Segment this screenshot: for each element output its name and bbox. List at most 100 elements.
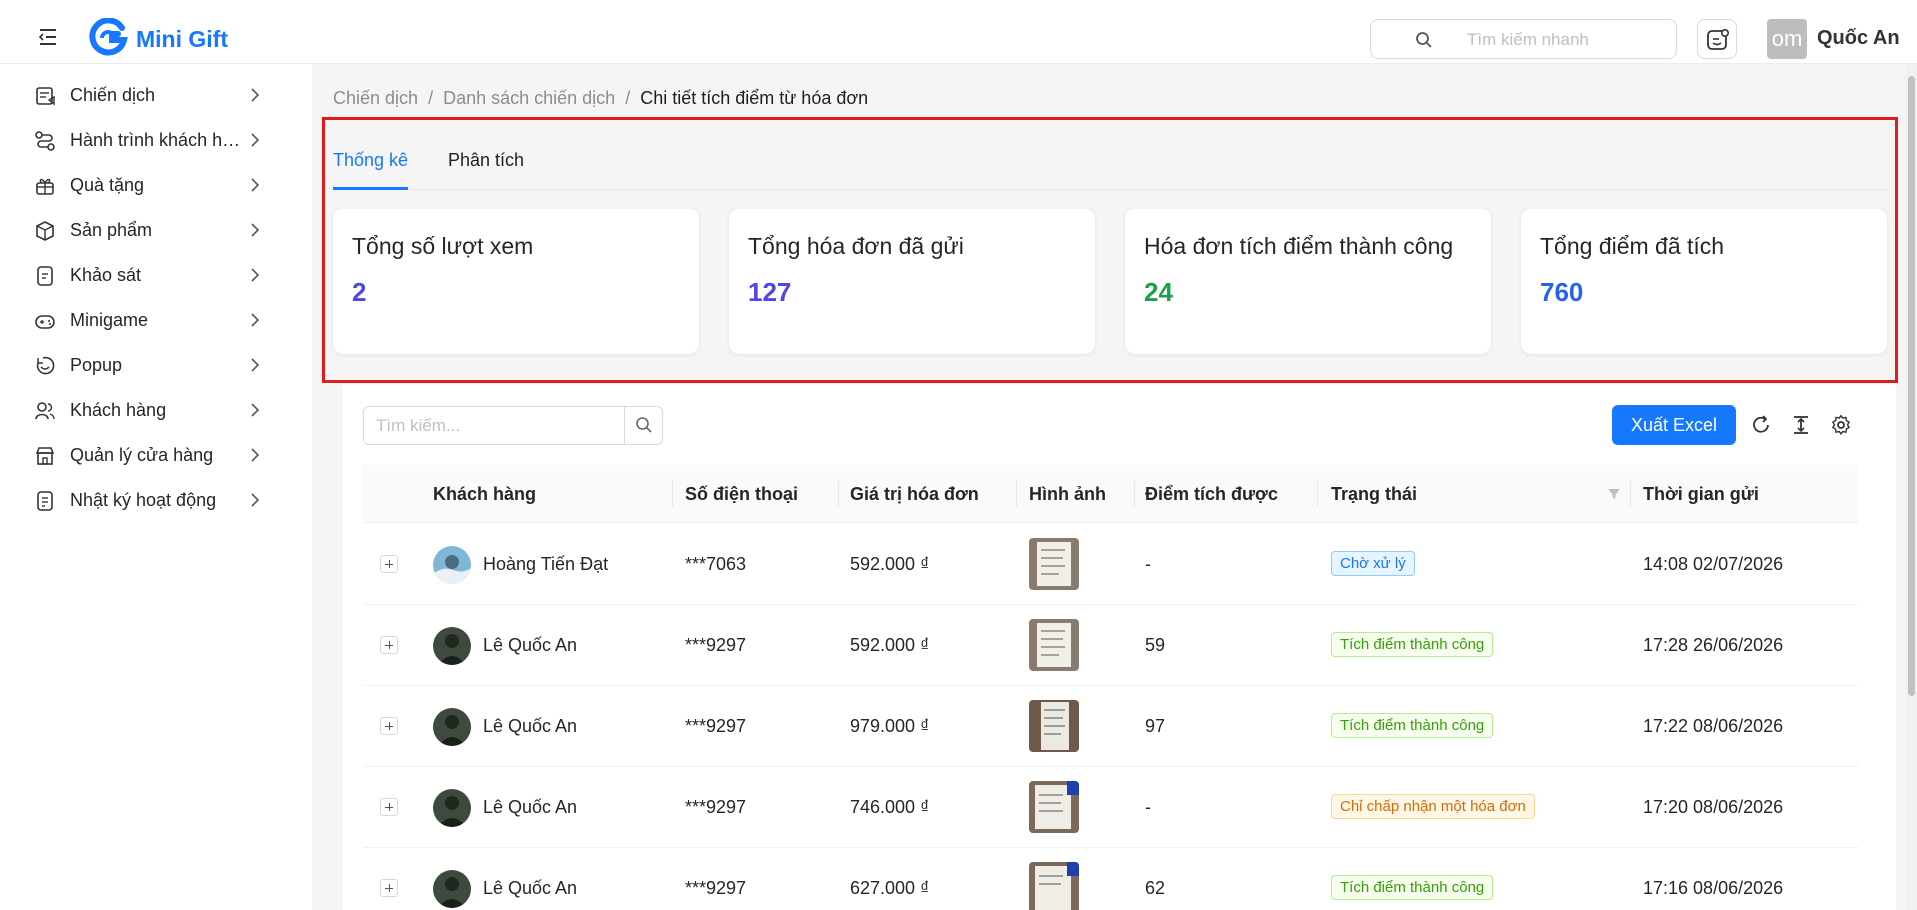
table-row: Lê Quốc An ***9297 627.000 ₫ 62 Tích điể… xyxy=(363,848,1858,910)
column-header-phone: Số điện thoại xyxy=(685,484,799,504)
sidebar-item-popup[interactable]: Popup xyxy=(0,340,312,390)
filter-icon[interactable] xyxy=(1607,487,1621,501)
notification-button[interactable] xyxy=(1697,19,1737,59)
stat-value: 24 xyxy=(1144,277,1173,307)
sidebar-item-campaigns[interactable]: Chiến dịch xyxy=(0,70,312,120)
status-badge: Chỉ chấp nhận một hóa đơn xyxy=(1331,794,1535,819)
customer-avatar xyxy=(433,789,471,827)
chevron-right-icon xyxy=(251,268,260,282)
tab-analysis[interactable]: Phân tích xyxy=(448,150,524,171)
expand-row-button[interactable] xyxy=(380,879,398,897)
earned-points: - xyxy=(1145,554,1151,574)
table-row: Lê Quốc An ***9297 592.000 ₫ 59 Tích điể… xyxy=(363,605,1858,686)
log-icon xyxy=(37,491,53,511)
column-divider xyxy=(1317,481,1318,507)
sidebar-item-products[interactable]: Sản phẩm xyxy=(0,205,312,255)
sidebar-item-minigame[interactable]: Minigame xyxy=(0,295,312,345)
chevron-right-icon xyxy=(251,223,260,237)
sidebar-item-label: Popup xyxy=(70,355,123,375)
sent-time: 14:08 02/07/2026 xyxy=(1643,554,1784,574)
expand-row-button[interactable] xyxy=(380,717,398,735)
mini-gift-logo-icon xyxy=(89,18,128,56)
quick-search-box[interactable] xyxy=(1370,19,1677,59)
gamepad-icon xyxy=(35,315,55,329)
status-badge: Tích điểm thành công xyxy=(1331,875,1494,900)
invoice-thumbnail[interactable] xyxy=(1029,619,1079,671)
invoice-value: 592.000 ₫ xyxy=(850,554,930,574)
search-icon xyxy=(636,417,652,433)
sidebar-item-label: Sản phẩm xyxy=(70,220,153,240)
stat-value: 127 xyxy=(748,277,792,307)
scrollbar-thumb[interactable] xyxy=(1908,76,1915,696)
users-icon xyxy=(35,402,55,420)
stat-card-successful-invoices: Hóa đơn tích điểm thành công 24 xyxy=(1125,209,1491,354)
earned-points: 62 xyxy=(1145,878,1166,898)
sent-time: 17:20 08/06/2026 xyxy=(1643,797,1784,817)
invoice-value: 592.000 ₫ xyxy=(850,635,930,655)
megaphone-icon xyxy=(36,87,55,106)
survey-icon xyxy=(37,266,53,286)
column-header-invoice-value: Giá trị hóa đơn xyxy=(850,484,979,504)
chevron-right-icon xyxy=(251,178,260,192)
phone-number: ***9297 xyxy=(685,635,747,655)
sidebar-item-activity-log[interactable]: Nhật ký hoạt động xyxy=(0,475,312,525)
customer-name: Lê Quốc An xyxy=(483,716,578,736)
settings-gear-icon[interactable] xyxy=(1830,414,1852,436)
chevron-right-icon xyxy=(251,358,260,372)
quick-search-input[interactable] xyxy=(1467,28,1667,52)
stat-card-total-views: Tổng số lượt xem 2 xyxy=(333,209,699,354)
tab-statistics[interactable]: Thống kê xyxy=(333,150,408,171)
brand-name[interactable]: Mini Gift xyxy=(136,26,228,53)
column-header-status: Trạng thái xyxy=(1331,484,1418,504)
column-header-image: Hình ảnh xyxy=(1029,484,1106,504)
sidebar-item-surveys[interactable]: Khảo sát xyxy=(0,250,312,300)
sidebar-item-label: Khách hàng xyxy=(70,400,167,420)
reload-icon[interactable] xyxy=(1750,414,1772,436)
status-badge: Tích điểm thành công xyxy=(1331,632,1494,657)
table-row: Lê Quốc An ***9297 979.000 ₫ 97 Tích điể… xyxy=(363,686,1858,767)
sent-time: 17:16 08/06/2026 xyxy=(1643,878,1784,898)
chevron-right-icon xyxy=(251,88,260,102)
column-header-sent-time: Thời gian gửi xyxy=(1643,484,1759,504)
stat-value: 2 xyxy=(352,277,367,307)
phone-number: ***9297 xyxy=(685,797,747,817)
route-icon xyxy=(35,131,55,151)
earned-points: - xyxy=(1145,797,1151,817)
expand-row-button[interactable] xyxy=(380,636,398,654)
invoice-thumbnail[interactable] xyxy=(1029,538,1079,590)
invoice-value: 979.000 ₫ xyxy=(850,716,930,736)
column-height-icon[interactable] xyxy=(1790,414,1812,436)
expand-row-button[interactable] xyxy=(380,798,398,816)
page-scrollbar[interactable] xyxy=(1906,64,1917,910)
user-avatar[interactable]: om xyxy=(1767,19,1807,59)
breadcrumb-item[interactable]: Danh sách chiến dịch xyxy=(443,88,615,108)
user-name[interactable]: Quốc An xyxy=(1817,27,1900,50)
table-header: Khách hàng Số điện thoại Giá trị hóa đơn… xyxy=(363,465,1858,523)
active-tab-indicator xyxy=(333,187,408,190)
sidebar-item-customer-journey[interactable]: Hành trình khách hàng xyxy=(0,115,312,165)
menu-fold-icon[interactable] xyxy=(36,28,60,46)
phone-number: ***7063 xyxy=(685,554,747,574)
expand-row-button[interactable] xyxy=(380,555,398,573)
column-divider xyxy=(1016,481,1017,507)
breadcrumb-item[interactable]: Chiến dịch xyxy=(333,88,418,108)
customer-name: Lê Quốc An xyxy=(483,878,578,898)
sidebar-item-customers[interactable]: Khách hàng xyxy=(0,385,312,435)
table-search-button[interactable] xyxy=(624,407,662,444)
sidebar-item-label: Chiến dịch xyxy=(70,85,156,105)
column-header-points: Điểm tích được xyxy=(1145,484,1278,504)
stat-card-total-points: Tổng điểm đã tích 760 xyxy=(1521,209,1887,354)
invoice-thumbnail[interactable] xyxy=(1029,781,1079,833)
sidebar-item-store-management[interactable]: Quản lý cửa hàng xyxy=(0,430,312,480)
invoice-thumbnail[interactable] xyxy=(1029,700,1079,752)
sidebar-item-gifts[interactable]: Quà tặng xyxy=(0,160,312,210)
column-divider xyxy=(1630,481,1631,507)
export-excel-button[interactable]: Xuất Excel xyxy=(1612,405,1736,445)
breadcrumb: Chiến dịch / Danh sách chiến dịch / Chi tiết… xyxy=(333,88,868,109)
table-search-box[interactable] xyxy=(363,406,663,445)
invoice-value: 627.000 ₫ xyxy=(850,878,930,898)
sidebar: Chiến dịch Hành trình khách hàng Quà tặn… xyxy=(0,64,312,910)
customer-name: Lê Quốc An xyxy=(483,635,578,655)
invoice-thumbnail[interactable] xyxy=(1029,862,1079,910)
table-search-input[interactable] xyxy=(376,415,616,437)
